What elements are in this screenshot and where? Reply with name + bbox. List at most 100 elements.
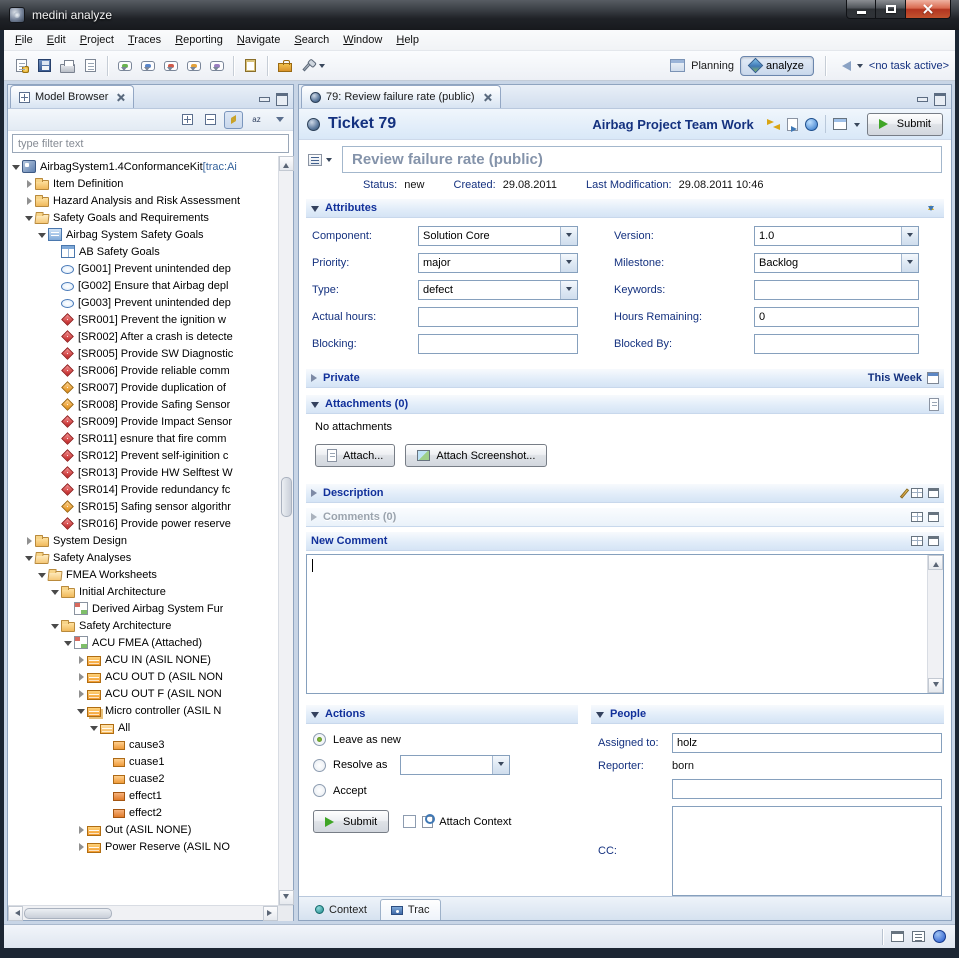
tree-item[interactable]: cause3 [8, 736, 278, 753]
twisty-open-icon[interactable] [76, 706, 86, 716]
tree-item[interactable]: [SR014] Provide redundancy fc [8, 481, 278, 498]
section-expanded-icon[interactable] [596, 712, 604, 718]
menu-traces[interactable]: Traces [121, 32, 168, 48]
twisty-open-icon[interactable] [24, 213, 34, 223]
title-menu-dropdown-icon[interactable] [326, 158, 332, 165]
tree-horizontal-scrollbar[interactable] [8, 905, 293, 920]
attachments-section-header[interactable]: Attachments (0) [306, 394, 944, 414]
tab-trac[interactable]: Trac [380, 899, 441, 920]
planning-perspective-button[interactable]: Planning [691, 60, 734, 72]
description-table-icon[interactable] [911, 488, 923, 498]
delete-comment-button[interactable] [159, 54, 182, 77]
layout-dropdown-icon[interactable] [854, 123, 860, 130]
comments-list-icon[interactable] [911, 512, 923, 522]
tree-item[interactable]: cuase1 [8, 753, 278, 770]
tree-item[interactable]: Out (ASIL NONE) [8, 821, 278, 838]
twisty-open-icon[interactable] [24, 553, 34, 563]
people-section-header[interactable]: People [591, 704, 944, 724]
twisty-open-icon[interactable] [50, 621, 60, 631]
cc-add-field[interactable] [672, 779, 942, 799]
tree-item[interactable]: ACU OUT D (ASIL NON [8, 668, 278, 685]
maximize-description-icon[interactable] [928, 488, 939, 498]
attributes-section-header[interactable]: Attributes [306, 198, 944, 218]
attach-button[interactable]: Attach... [315, 444, 395, 467]
tree-item[interactable]: FMEA Worksheets [8, 566, 278, 583]
title-menu-icon[interactable] [308, 154, 322, 166]
tree-item[interactable]: Hazard Analysis and Risk Assessment [8, 192, 278, 209]
report-button[interactable] [79, 54, 102, 77]
attr-field-type[interactable]: defect [418, 280, 578, 300]
section-expanded-icon[interactable] [311, 206, 319, 212]
attach-context-checkbox[interactable] [403, 815, 416, 828]
tree-item[interactable]: [G002] Ensure that Airbag depl [8, 277, 278, 294]
expand-all-button[interactable] [178, 111, 197, 129]
section-collapsed-icon[interactable] [311, 374, 317, 382]
twisty-closed-icon[interactable] [24, 179, 34, 189]
tree-item[interactable]: effect2 [8, 804, 278, 821]
analyze-perspective-button[interactable]: analyze [740, 56, 814, 76]
twisty-closed-icon[interactable] [76, 825, 86, 835]
twisty-closed-icon[interactable] [76, 672, 86, 682]
calendar-icon[interactable] [927, 372, 939, 384]
menu-file[interactable]: File [8, 32, 40, 48]
maximize-comments-icon[interactable] [928, 512, 939, 522]
tasks-icon[interactable] [912, 931, 925, 942]
tree-item[interactable]: All [8, 719, 278, 736]
edit-comment-button[interactable] [136, 54, 159, 77]
twisty-closed-icon[interactable] [76, 655, 86, 665]
attr-field-priority-dropdown-button[interactable] [560, 254, 577, 272]
previous-task-icon[interactable] [837, 61, 851, 71]
comments-section-header[interactable]: Comments (0) [306, 507, 944, 527]
menu-project[interactable]: Project [73, 32, 121, 48]
twisty-open-icon[interactable] [37, 570, 47, 580]
twisty-open-icon[interactable] [89, 723, 99, 733]
tree-item[interactable]: [G003] Prevent unintended dep [8, 294, 278, 311]
layout-icon[interactable] [833, 118, 847, 130]
print-button[interactable] [56, 54, 79, 77]
synchronize-icon[interactable] [767, 118, 780, 131]
filter-input[interactable] [12, 134, 289, 153]
save-button[interactable] [33, 54, 56, 77]
radio-resolve-as[interactable] [313, 759, 326, 772]
model-browser-tab-close-icon[interactable] [116, 93, 125, 102]
tree-item[interactable]: Airbag System Safety Goals [8, 226, 278, 243]
menu-navigate[interactable]: Navigate [230, 32, 287, 48]
tree-item[interactable]: [SR006] Provide reliable comm [8, 362, 278, 379]
ticket-editor-tab[interactable]: 79: Review failure rate (public) [301, 85, 501, 108]
menu-reporting[interactable]: Reporting [168, 32, 230, 48]
minimize-button[interactable] [846, 0, 876, 19]
maximize-panel-icon[interactable] [274, 92, 288, 104]
comment-report-button[interactable] [205, 54, 228, 77]
summary-field[interactable]: Review failure rate (public) [342, 146, 942, 173]
new-wizard-button[interactable] [10, 54, 33, 77]
tree-item[interactable]: [SR016] Provide power reserve [8, 515, 278, 532]
link-with-editor-button[interactable] [224, 111, 243, 129]
refresh-attributes-icon[interactable] [927, 202, 939, 214]
tree-item[interactable]: effect1 [8, 787, 278, 804]
tools-button[interactable] [296, 54, 319, 77]
comment-scroll-up-button[interactable] [928, 555, 943, 570]
menu-help[interactable]: Help [389, 32, 426, 48]
tree-item[interactable]: AirbagSystem1.4ConformanceKit [trac:Ai [8, 158, 278, 175]
tree-item[interactable]: Safety Goals and Requirements [8, 209, 278, 226]
twisty-open-icon[interactable] [63, 638, 73, 648]
new-comment-input[interactable] [307, 555, 927, 693]
radio-leave-as-new[interactable] [313, 733, 326, 746]
vertical-scroll-thumb[interactable] [281, 477, 292, 517]
tree-item[interactable]: [SR009] Provide Impact Sensor [8, 413, 278, 430]
tree-item[interactable]: [SR012] Prevent self-iginition c [8, 447, 278, 464]
tree-item[interactable]: [SR013] Provide HW Selftest W [8, 464, 278, 481]
open-in-browser-icon[interactable] [787, 118, 798, 131]
actions-section-header[interactable]: Actions [306, 704, 578, 724]
tree-item[interactable]: Item Definition [8, 175, 278, 192]
tab-context[interactable]: Context [305, 899, 377, 920]
resolve-comment-button[interactable] [182, 54, 205, 77]
tree-item[interactable]: [SR015] Safing sensor algorithr [8, 498, 278, 515]
private-section-header[interactable]: Private This Week [306, 368, 944, 388]
resolve-as-combo[interactable] [400, 755, 510, 775]
attr-field-hoursremaining[interactable]: 0 [754, 307, 919, 327]
fast-view-icon[interactable] [891, 931, 904, 942]
tools-dropdown-icon[interactable] [319, 64, 325, 71]
cc-list[interactable] [672, 806, 942, 896]
ticket-tab-close-icon[interactable] [483, 93, 492, 102]
